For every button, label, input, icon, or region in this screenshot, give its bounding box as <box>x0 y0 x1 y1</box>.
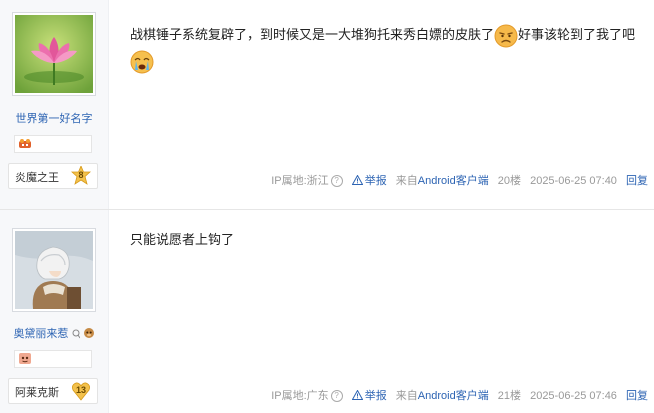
source-client-link[interactable]: Android客户端 <box>418 390 489 402</box>
post-content: 战棋锤子系统复辟了，到时候又是一大堆狗托来秀白嫖的皮肤了 好事该轮到了我了吧 <box>130 22 636 74</box>
warning-triangle-icon <box>351 390 363 400</box>
source-info: 来自Android客户端 <box>396 175 489 187</box>
post-text-tail: 好事该轮到了我了吧 <box>518 27 636 42</box>
rank-name: 阿莱克斯 <box>15 387 59 399</box>
ip-location: IP属地:浙江 <box>271 175 329 187</box>
level-number: 8 <box>78 170 84 180</box>
post-content: 只能说愿者上钩了 <box>130 227 636 253</box>
monster-badge-icon <box>19 139 31 148</box>
source-prefix: 来自 <box>395 390 418 402</box>
rank-name: 炎魔之王 <box>15 172 59 184</box>
post-text: 只能说愿者上钩了 <box>130 232 235 247</box>
level-star-icon: 8 <box>70 164 92 186</box>
source-prefix: 来自 <box>395 175 418 187</box>
user-sidebar: 奥黛丽来惹 阿莱克斯 13 <box>0 210 109 413</box>
monkey-badge-icon <box>83 328 94 338</box>
forum-rank[interactable]: 阿莱克斯 13 <box>8 378 98 404</box>
reply-button[interactable]: 回复 <box>626 175 648 187</box>
post-time: 2025-06-25 07:46 <box>530 390 617 402</box>
avatar[interactable] <box>12 12 96 96</box>
report-label: 举报 <box>364 175 387 187</box>
post-item: 世界第一好名字 炎魔之王 8 战棋锤子系统复辟了，到时候又是一大堆狗托来秀白嫖的… <box>0 0 654 210</box>
user-badge <box>14 350 92 368</box>
report-label: 举报 <box>364 390 387 402</box>
source-info: 来自Android客户端 <box>396 390 489 402</box>
grumpy-face-icon <box>494 24 518 48</box>
post-meta: IP属地:广东? 举报 来自Android客户端 21楼 2025-06-25 … <box>265 387 648 403</box>
help-circle-icon[interactable]: ? <box>330 175 343 188</box>
reply-button[interactable]: 回复 <box>626 390 648 402</box>
username-row: 奥黛丽来惹 <box>0 325 108 341</box>
report-link[interactable]: 举报 <box>351 390 387 402</box>
level-number: 13 <box>75 385 86 395</box>
report-link[interactable]: 举报 <box>351 175 387 187</box>
monkey-badge-icon <box>19 353 31 364</box>
user-sidebar: 世界第一好名字 炎魔之王 8 <box>0 0 109 210</box>
level-heart-icon: 13 <box>71 381 91 401</box>
gender-icon <box>72 329 80 339</box>
warning-triangle-icon <box>351 175 363 185</box>
post-item: 奥黛丽来惹 阿莱克斯 13 只能说愿者上钩了 IP属地:广东? 举报 来自And… <box>0 210 654 413</box>
user-badge <box>14 135 92 153</box>
username-link[interactable]: 世界第一好名字 <box>0 110 108 126</box>
forum-rank[interactable]: 炎魔之王 8 <box>8 163 98 189</box>
crying-face-icon <box>130 50 154 74</box>
source-client-link[interactable]: Android客户端 <box>418 175 489 187</box>
post-time: 2025-06-25 07:40 <box>530 175 617 187</box>
avatar[interactable] <box>12 228 96 312</box>
help-circle-icon[interactable]: ? <box>330 390 343 403</box>
username-link[interactable]: 奥黛丽来惹 <box>13 328 68 340</box>
post-text: 战棋锤子系统复辟了，到时候又是一大堆狗托来秀白嫖的皮肤了 <box>130 27 495 42</box>
floor-number: 20楼 <box>497 175 522 187</box>
ip-location: IP属地:广东 <box>271 390 329 402</box>
floor-number: 21楼 <box>497 390 522 402</box>
post-meta: IP属地:浙江? 举报 来自Android客户端 20楼 2025-06-25 … <box>265 172 648 188</box>
